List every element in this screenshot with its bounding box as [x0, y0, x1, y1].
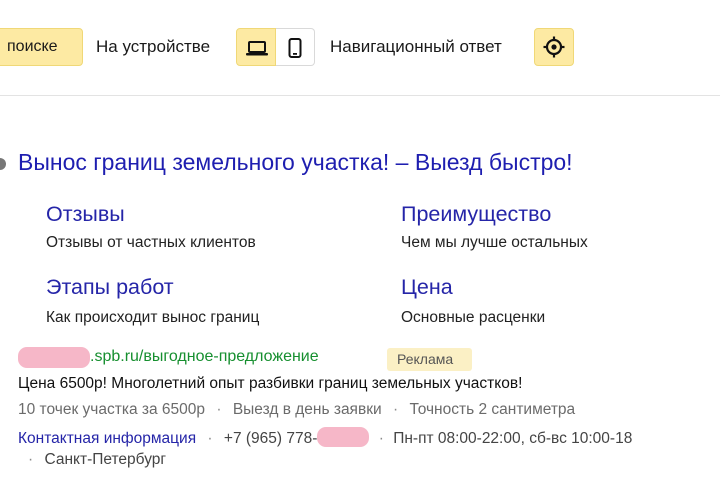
search-toolbar: поиске На устройстве Навигационный ответ: [0, 0, 720, 96]
separator-dot: ·: [28, 451, 34, 468]
sitelink-etapy-rabot[interactable]: Этапы работ: [46, 275, 174, 300]
laptop-icon: [246, 41, 268, 56]
search-mode-button[interactable]: поиске: [0, 28, 83, 66]
sitelink-preimushchestvo-desc: Чем мы лучше остальных: [401, 234, 588, 251]
ad-callouts: 10 точек участка за 6500р · Выезд в день…: [18, 401, 575, 419]
site-favicon-icon: [0, 158, 6, 170]
desktop-toggle-button[interactable]: [236, 28, 276, 66]
contact-info-link[interactable]: Контактная информация: [18, 430, 196, 447]
phone-icon: [288, 38, 302, 58]
mobile-toggle-button[interactable]: [276, 28, 315, 66]
sitelink-tsena[interactable]: Цена: [401, 275, 453, 300]
separator-dot: ·: [378, 430, 384, 447]
separator-dot: ·: [216, 401, 222, 418]
callout-item: Выезд в день заявки: [232, 401, 382, 418]
ad-title-link[interactable]: Вынос границ земельного участка! – Выезд…: [18, 149, 573, 176]
separator-dot: ·: [207, 430, 213, 447]
device-toggle: [236, 28, 315, 66]
separator-dot: ·: [392, 401, 399, 418]
sitelink-otzyvy[interactable]: Отзывы: [46, 202, 125, 227]
toolbar-divider: [0, 95, 720, 96]
ad-contacts: Контактная информация · +7 (965) 778- · …: [18, 427, 632, 448]
sitelink-tsena-desc: Основные расценки: [401, 309, 546, 326]
redacted-domain: [18, 347, 90, 368]
ad-badge: Реклама: [387, 348, 472, 371]
ad-badge-label: Реклама: [397, 351, 454, 367]
sitelink-otzyvy-desc: Отзывы от частных клиентов: [46, 234, 256, 251]
redacted-phone: [317, 427, 370, 447]
device-label: На устройстве: [96, 37, 211, 56]
phone-number[interactable]: +7 (965) 778-: [224, 430, 318, 447]
working-hours: Пн-пт 08:00-22:00, сб-вс 10:00-18: [393, 430, 633, 447]
search-mode-label: поиске: [7, 38, 58, 55]
nav-answer-label: Навигационный ответ: [330, 37, 502, 56]
city-name: Санкт-Петербург: [44, 451, 167, 468]
ad-text: Цена 6500р! Многолетний опыт разбивки гр…: [18, 375, 523, 392]
callout-item: Точность 2 сантиметра: [409, 401, 576, 418]
sitelink-preimushchestvo[interactable]: Преимущество: [401, 202, 551, 227]
callout-item: 10 точек участка за 6500р: [18, 401, 206, 418]
nav-answer-button[interactable]: [534, 28, 574, 66]
ad-url-path[interactable]: .spb.ru/выгодное-предложение: [90, 348, 319, 366]
target-icon: [543, 36, 565, 58]
ad-location: · Санкт-Петербург: [28, 451, 166, 469]
sitelink-etapy-rabot-desc: Как происходит вынос границ: [46, 309, 260, 326]
